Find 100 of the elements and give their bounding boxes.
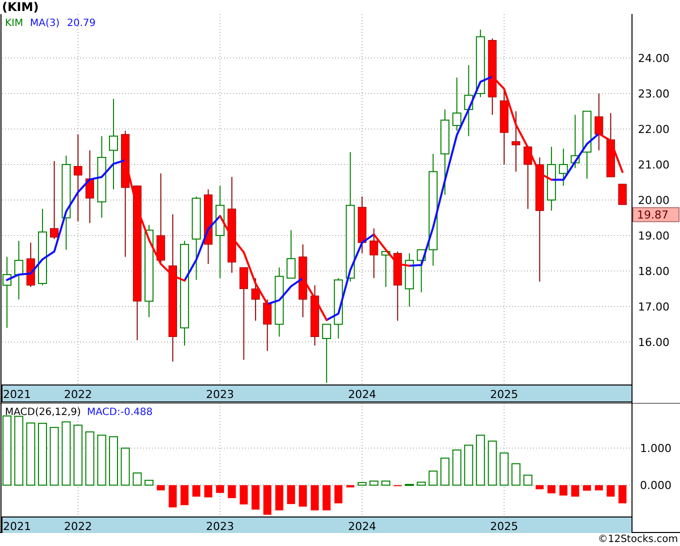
macd-bar [476,434,485,486]
axis-label: 2024 [348,520,376,533]
copyright-text: ©12Stocks.com [598,533,678,546]
axis-label: 24.00 [638,52,670,66]
candlestick [251,278,260,322]
macd-bar [120,448,130,486]
candlestick [512,110,520,172]
candlestick [322,324,332,384]
macd-bar [358,482,367,486]
macd-bar [144,480,154,486]
macd-bar [85,431,94,486]
macd-bar [216,485,224,493]
macd-bar [464,444,474,486]
macd-bar [559,485,568,496]
legend-label: MACD(26,12,9) [5,407,81,418]
macd-bar [228,485,236,498]
axis-label: 16.00 [638,336,670,350]
axis-label: 2023 [206,520,234,533]
macd-bar [192,485,200,497]
macd-bar [452,450,462,486]
candlestick [594,93,604,151]
axis-label: 2025 [490,388,518,401]
macd-bar [38,422,47,486]
price-tag: 19.87 [632,207,680,222]
candlestick [286,230,296,279]
macd-bar [26,422,36,486]
candlestick [334,278,343,339]
macd-bar [156,485,165,490]
macd-bar [428,470,438,486]
candlestick [606,112,615,178]
macd-bar [440,458,450,486]
macd-bar [204,485,212,498]
candlestick [618,184,627,206]
candlestick [476,29,485,98]
candlestick [274,266,284,338]
macd-bar [606,485,615,497]
macd-bar [240,485,248,504]
legend-ticker: KIM [5,18,24,29]
macd-bar [132,472,142,486]
macd-bar [594,485,603,490]
axis-label: 1.000 [640,442,672,456]
candlestick [570,114,580,169]
legend-value: 20.79 [67,18,96,29]
axis-label: 19.00 [638,230,670,243]
candlestick [381,251,390,288]
axis-label: 2025 [490,520,518,533]
macd-bar [298,485,307,507]
macd-bar [523,474,532,486]
macd-bar [310,485,319,510]
candlestick [404,252,414,308]
macd-bar [369,480,378,486]
macd-bar [168,485,177,508]
axis-label: 2023 [206,388,234,401]
axis-label: 2022 [64,520,92,533]
macd-bar [74,424,82,486]
candlestick [310,284,320,346]
macd-bar [109,436,118,486]
macd-bar [536,485,544,490]
candlestick [370,228,378,279]
candlestick [546,146,556,212]
macd-bar [180,485,189,506]
macd-bar [263,485,272,515]
macd-bar [275,485,284,510]
macd-bar [547,485,556,494]
axis-label: 20.00 [638,194,670,208]
macd-bar [416,482,426,486]
candlestick [558,148,568,186]
macd-bar [618,485,626,504]
axis-label: 0.000 [640,479,672,492]
macd-bar [582,485,591,491]
macd-bar [381,480,390,486]
axis-label: 18.00 [638,265,670,278]
macd-bar [287,485,296,504]
axis-label: 22.00 [638,123,670,136]
axis-label: 2021 [3,388,31,401]
axis-label: 2021 [3,520,31,533]
candlestick [393,251,402,322]
macd-bar [97,434,106,486]
axis-label: 2024 [348,388,376,401]
macd-bar [322,485,331,510]
legend-value: MACD:-0.488 [87,407,153,418]
macd-bar [62,421,71,486]
candlestick [582,110,592,180]
candlestick [416,249,426,293]
macd-bar [511,463,520,486]
macd-bar [14,416,24,486]
macd-bar [500,452,509,486]
macd-bar [404,484,414,486]
axis-label: 23.00 [638,88,670,101]
chart-title: (KIM) [2,0,39,14]
macd-bar [346,485,354,488]
axis-label: 21.00 [638,158,670,172]
candlestick [26,242,35,288]
axis-label: 17.00 [638,300,670,314]
macd-bar [252,485,260,510]
macd-bar [488,440,497,486]
macd-bar [334,485,342,504]
legend-label: MA(3) [30,18,60,29]
candlestick [14,240,24,300]
candlestick [358,196,366,254]
